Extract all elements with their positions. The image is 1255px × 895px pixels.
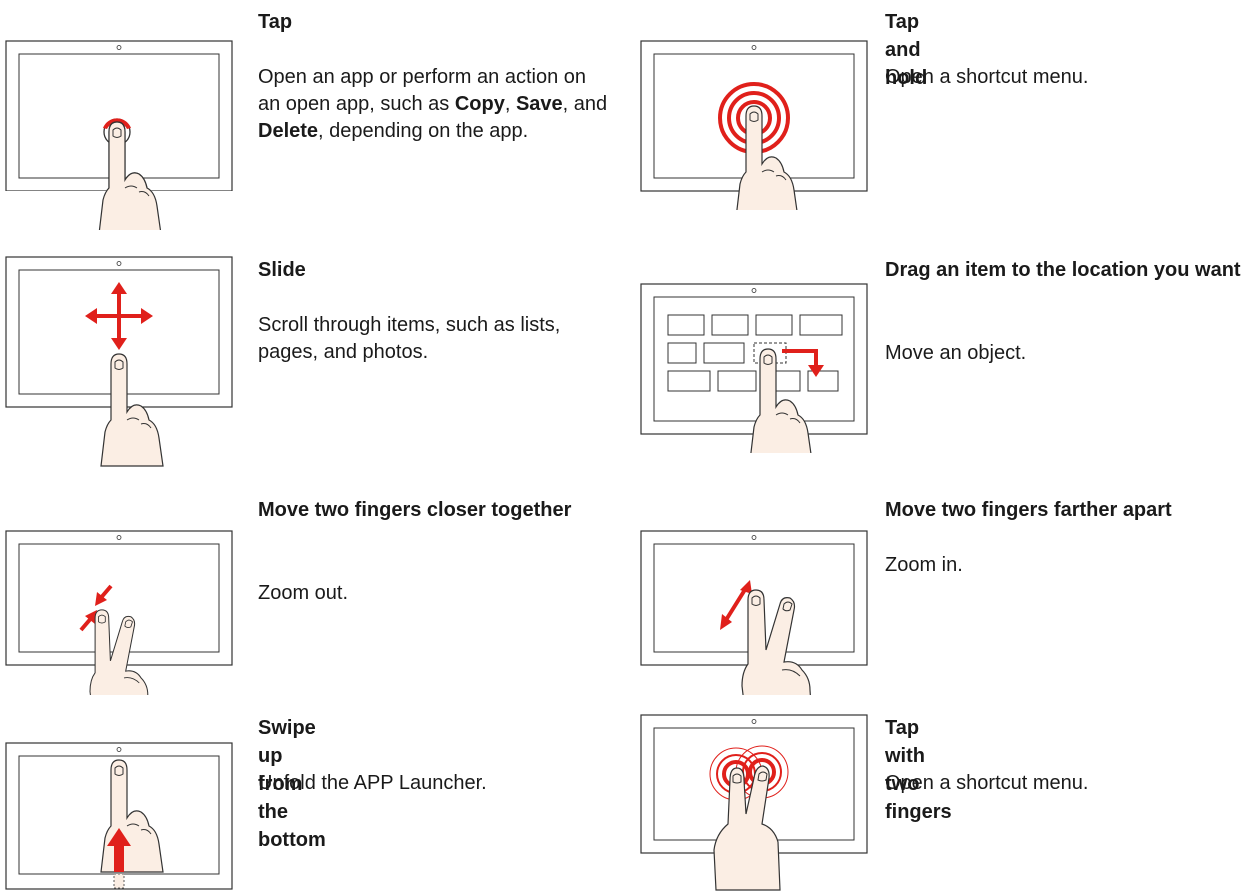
gesture-description: Open a shortcut menu. [885,66,1089,88]
spread-illustration [640,530,868,695]
copy-keyword: Copy [454,93,505,115]
tap-hold-illustration [640,40,868,210]
swipe-up-illustration [5,742,233,892]
gesture-description: Zoom out. [258,582,349,604]
gesture-title: Move two fingers closer together [258,499,572,521]
gesture-description: Open an app or perform an action on an o… [258,66,608,142]
gesture-description: Open a shortcut menu. [885,772,1089,794]
gesture-title: Move two fingers farther apart [885,499,1172,521]
gesture-title: Slide [258,259,306,281]
pinch-illustration [5,530,233,695]
save-keyword: Save [515,93,563,115]
two-finger-tap-illustration [640,714,868,892]
drag-illustration [640,283,868,453]
tap-illustration [5,40,233,230]
slide-illustration [5,256,233,471]
delete-keyword: Delete [258,120,319,142]
gesture-description: Unfold the APP Launcher. [258,772,487,794]
gesture-description: Move an object. [885,342,1027,364]
gesture-description: Zoom in. [885,554,963,576]
gesture-title: Drag an item to the location you want [885,259,1241,281]
gesture-title: Tap [258,11,293,33]
gesture-description: Scroll through items, such as lists, pag… [258,314,561,363]
